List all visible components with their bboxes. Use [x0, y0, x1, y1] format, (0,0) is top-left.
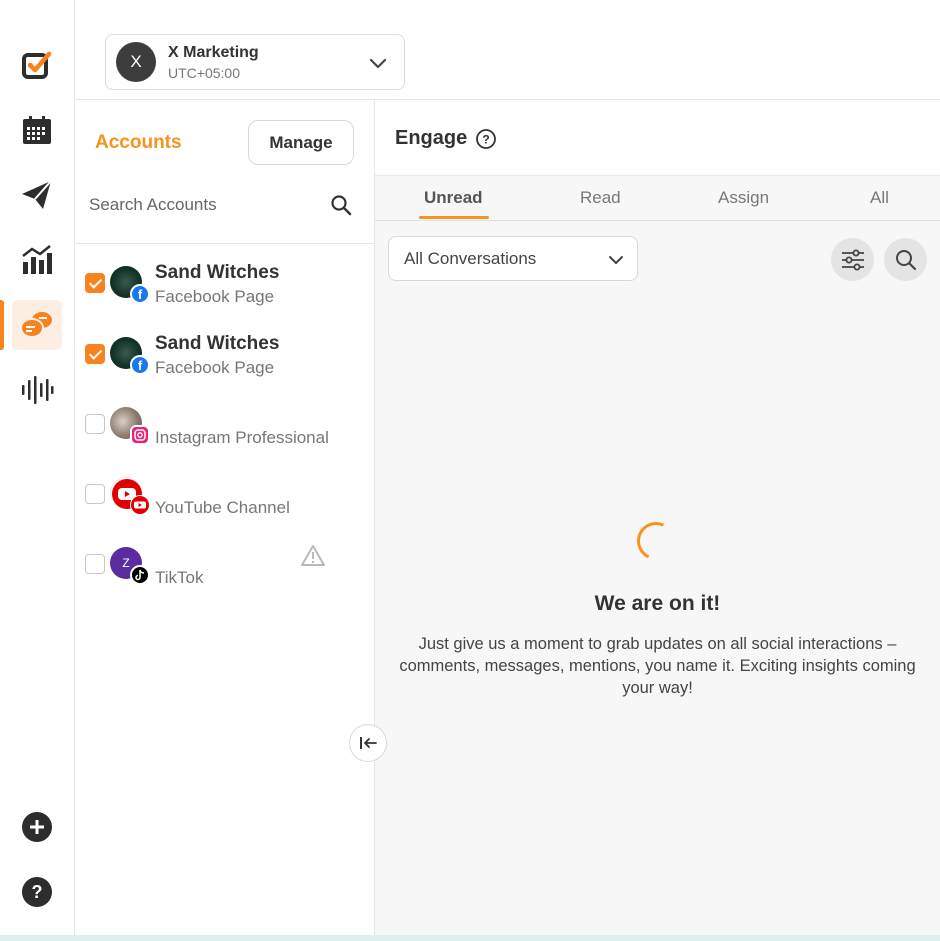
tab-read[interactable]: Read — [580, 188, 621, 208]
facebook-icon: f — [130, 284, 150, 304]
svg-text:?: ? — [32, 882, 43, 902]
account-type: YouTube Channel — [155, 498, 290, 517]
account-item[interactable]: Z TikTok — [75, 528, 375, 594]
engage-panel: Engage ? Unread Read Assign All All Conv… — [375, 100, 940, 941]
tab-assign[interactable]: Assign — [718, 188, 769, 208]
publish-send-icon[interactable] — [12, 170, 62, 220]
account-checkbox[interactable] — [85, 554, 105, 574]
engage-chat-icon[interactable] — [12, 300, 62, 350]
bottom-strip — [0, 935, 940, 941]
account-checkbox[interactable] — [85, 414, 105, 434]
conversation-filter-select[interactable]: All Conversations — [388, 236, 638, 281]
rail-active-indicator — [0, 300, 4, 350]
account-name: Sand Witches — [155, 262, 280, 283]
collapse-left-icon — [360, 737, 377, 749]
conversation-tabs: Unread Read Assign All — [375, 176, 940, 221]
loading-title: We are on it! — [594, 592, 721, 615]
warning-icon[interactable] — [300, 544, 326, 568]
instagram-icon — [130, 425, 150, 445]
loading-message: Just give us a moment to grab updates on… — [399, 635, 916, 697]
account-checkbox[interactable] — [85, 484, 105, 504]
facebook-icon: f — [130, 355, 150, 375]
tiktok-icon — [130, 565, 150, 585]
workspace-name: X Marketing — [168, 43, 259, 61]
chevron-down-icon — [609, 256, 623, 264]
search-accounts-input[interactable] — [89, 190, 319, 220]
brand-logo-icon[interactable] — [12, 40, 62, 90]
filter-settings-button[interactable] — [831, 238, 874, 281]
svg-text:?: ? — [482, 133, 489, 147]
tab-unread[interactable]: Unread — [424, 188, 483, 208]
account-item[interactable]: f Sand Witches Facebook Page — [75, 318, 375, 384]
loading-spinner — [631, 516, 681, 566]
engage-header: Engage ? — [375, 100, 940, 176]
account-type: Facebook Page — [155, 358, 275, 377]
accounts-panel: Accounts Manage f Sand Witches Facebook … — [75, 100, 375, 941]
chevron-down-icon — [369, 58, 387, 69]
tab-all[interactable]: All — [870, 188, 889, 208]
conversation-filter-value: All Conversations — [404, 248, 537, 268]
add-icon[interactable] — [12, 802, 62, 852]
account-type: Instagram Professional — [155, 428, 329, 447]
collapse-panel-button[interactable] — [349, 724, 387, 762]
search-conversations-button[interactable] — [884, 238, 927, 281]
account-name: Sand Witches — [155, 333, 280, 354]
workspace-selector[interactable]: X X Marketing UTC+05:00 — [105, 34, 405, 90]
engage-title: Engage — [395, 127, 468, 149]
account-type: Facebook Page — [155, 287, 275, 306]
manage-button[interactable]: Manage — [248, 120, 354, 165]
top-bar: X X Marketing UTC+05:00 — [75, 0, 940, 100]
account-item[interactable]: f Sand Witches Facebook Page — [75, 247, 375, 313]
accounts-search — [75, 178, 375, 244]
workspace-timezone: UTC+05:00 — [168, 64, 240, 81]
active-tab-indicator — [419, 216, 489, 219]
help-icon[interactable]: ? — [12, 867, 62, 917]
search-icon[interactable] — [330, 194, 352, 216]
account-checkbox[interactable] — [85, 273, 105, 293]
account-type: TikTok — [155, 568, 204, 587]
account-checkbox[interactable] — [85, 344, 105, 364]
accounts-title: Accounts — [95, 132, 182, 153]
account-item[interactable]: Instagram Professional — [75, 388, 375, 454]
sliders-icon — [841, 249, 864, 270]
analytics-icon[interactable] — [12, 235, 62, 285]
left-nav-rail: ? — [0, 0, 75, 941]
calendar-icon[interactable] — [12, 105, 62, 155]
account-item[interactable]: YouTube Channel — [75, 458, 375, 524]
listening-waveform-icon[interactable] — [12, 365, 62, 415]
help-circle-icon[interactable]: ? — [475, 128, 497, 150]
youtube-icon — [130, 495, 150, 515]
workspace-avatar: X — [116, 42, 156, 82]
search-icon — [895, 249, 916, 270]
